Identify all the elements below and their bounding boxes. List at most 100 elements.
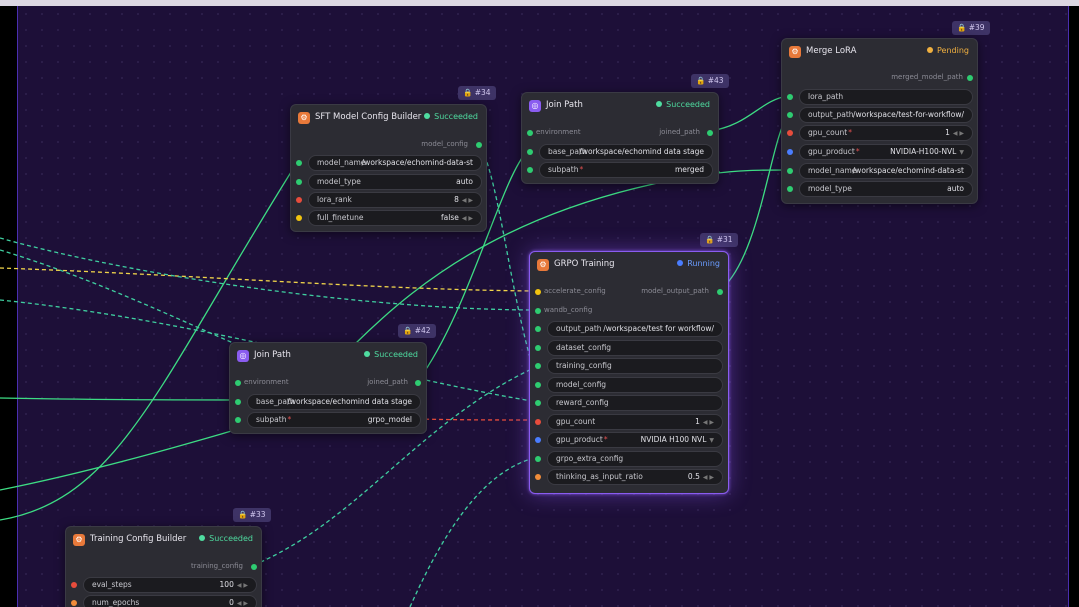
- status-badge: Running: [677, 259, 720, 268]
- stepper-arrows-icon[interactable]: ◀ ▶: [953, 130, 964, 137]
- node-join-path-42[interactable]: ◎ Join Path Succeeded environment joined…: [229, 342, 427, 434]
- field-model-type[interactable]: model_type auto: [308, 174, 482, 190]
- lock-icon: 🔒: [696, 76, 706, 85]
- field-value: /workspace/echomind-data-st: [361, 158, 473, 167]
- input-port[interactable]: [787, 112, 793, 118]
- field-base-path[interactable]: base_path/workspace/echomind data stage: [539, 144, 713, 160]
- input-port[interactable]: [527, 167, 533, 173]
- field-gpu-count[interactable]: gpu_count 1 ◀ ▶: [547, 414, 723, 430]
- field-value: 1: [945, 128, 950, 137]
- input-port[interactable]: [535, 289, 541, 295]
- input-port[interactable]: [535, 363, 541, 369]
- input-port[interactable]: [535, 308, 541, 314]
- input-port[interactable]: [235, 417, 241, 423]
- field-eval-steps[interactable]: eval_steps 100 ◀ ▶: [83, 577, 257, 593]
- stepper-arrows-icon[interactable]: ◀ ▶: [237, 600, 248, 607]
- field-gpu-count[interactable]: gpu_count* 1 ◀ ▶: [799, 125, 973, 141]
- stepper-arrows-icon[interactable]: ◀ ▶: [462, 197, 473, 204]
- field-reward-config[interactable]: reward_config: [547, 395, 723, 411]
- input-port[interactable]: [787, 94, 793, 100]
- input-port[interactable]: [787, 149, 793, 155]
- field-label: lora_path: [808, 92, 844, 101]
- node-training-config-builder[interactable]: ⚙ Training Config Builder Succeeded trai…: [65, 526, 262, 607]
- input-port[interactable]: [235, 380, 241, 386]
- gear-icon: ⚙: [73, 534, 85, 546]
- node-header[interactable]: ◎ Join Path Succeeded: [230, 343, 426, 369]
- input-port[interactable]: [535, 437, 541, 443]
- field-lora-path[interactable]: lora_path: [799, 89, 973, 105]
- input-port[interactable]: [787, 186, 793, 192]
- input-port[interactable]: [787, 130, 793, 136]
- field-num-epochs[interactable]: num_epochs 0 ◀ ▶: [83, 595, 257, 607]
- chevron-down-icon[interactable]: ▼: [709, 437, 714, 444]
- field-full-finetune[interactable]: full_finetune false ◀ ▶: [308, 210, 482, 226]
- input-port[interactable]: [535, 456, 541, 462]
- field-subpath[interactable]: subpath* grpo_model: [247, 412, 421, 428]
- output-port[interactable]: [476, 142, 482, 148]
- node-join-path-43[interactable]: ◎ Join Path Succeeded environment joined…: [521, 92, 719, 184]
- field-thinking-as-input-ratio[interactable]: thinking_as_input_ratio 0.5 ◀ ▶: [547, 469, 723, 485]
- field-model-type[interactable]: model_type auto: [799, 181, 973, 197]
- input-port-label: environment: [244, 378, 289, 386]
- edge-grpo-to-merge-lora: [709, 169, 789, 175]
- output-port[interactable]: [717, 289, 723, 295]
- node-header[interactable]: ⚙ Merge LoRA Pending: [782, 39, 977, 65]
- output-port[interactable]: [415, 380, 421, 386]
- field-value: /workspace/echomind data stage: [579, 147, 704, 156]
- field-dataset-config[interactable]: dataset_config: [547, 340, 723, 356]
- input-port[interactable]: [71, 582, 77, 588]
- input-port[interactable]: [535, 400, 541, 406]
- field-base-path[interactable]: base_path/workspace/echomind data stage: [247, 394, 421, 410]
- field-gpu-product[interactable]: gpu_product* NVIDIA H100 NVL ▼: [547, 432, 723, 448]
- node-merge-lora[interactable]: ⚙ Merge LoRA Pending merged_model_path l…: [781, 38, 978, 204]
- input-port[interactable]: [296, 215, 302, 221]
- output-port[interactable]: [967, 75, 973, 81]
- stepper-arrows-icon[interactable]: ◀ ▶: [703, 474, 714, 481]
- input-port[interactable]: [71, 600, 77, 606]
- chevron-down-icon[interactable]: ▼: [959, 149, 964, 156]
- field-training-config[interactable]: training_config: [547, 358, 723, 374]
- field-value: 8: [454, 195, 459, 204]
- status-label: Running: [687, 259, 720, 268]
- field-value: 0: [229, 598, 234, 607]
- node-grpo-training[interactable]: ⚙ GRPO Training Running accelerate_confi…: [529, 251, 729, 494]
- node-header[interactable]: ◎ Join Path Succeeded: [522, 93, 718, 119]
- input-port[interactable]: [296, 160, 302, 166]
- node-header[interactable]: ⚙ SFT Model Config Builder Succeeded: [291, 105, 486, 131]
- node-header[interactable]: ⚙ Training Config Builder Succeeded: [66, 527, 261, 553]
- field-gpu-product[interactable]: gpu_product* NVIDIA-H100-NVL ▼: [799, 144, 973, 160]
- node-header[interactable]: ⚙ GRPO Training Running: [530, 252, 728, 278]
- field-model-name[interactable]: model_name/workspace/echomind-data-st: [308, 155, 482, 171]
- output-port[interactable]: [707, 130, 713, 136]
- input-port[interactable]: [296, 179, 302, 185]
- field-grpo-extra-config[interactable]: grpo_extra_config: [547, 451, 723, 467]
- field-model-name[interactable]: model_name/workspace/echomind-data-st: [799, 163, 973, 179]
- stepper-arrows-icon[interactable]: ◀ ▶: [462, 215, 473, 222]
- input-port[interactable]: [235, 399, 241, 405]
- stepper-arrows-icon[interactable]: ◀ ▶: [237, 582, 248, 589]
- field-lora-rank[interactable]: lora_rank 8 ◀ ▶: [308, 192, 482, 208]
- stepper-arrows-icon[interactable]: ◀ ▶: [703, 419, 714, 426]
- edge-sft-model-name: [0, 160, 299, 521]
- input-port[interactable]: [535, 345, 541, 351]
- input-port[interactable]: [787, 168, 793, 174]
- input-port[interactable]: [527, 130, 533, 136]
- field-output-path[interactable]: output_path/workspace/test-for-workflow/: [799, 107, 973, 123]
- input-port[interactable]: [535, 382, 541, 388]
- output-port-label: model_output_path: [641, 287, 709, 295]
- input-port[interactable]: [296, 197, 302, 203]
- output-port-label: model_config: [421, 140, 468, 148]
- field-label: gpu_product: [556, 435, 603, 444]
- node-sft-model-config-builder[interactable]: ⚙ SFT Model Config Builder Succeeded mod…: [290, 104, 487, 232]
- field-output-path[interactable]: output_path/workspace/test for workflow/: [547, 321, 723, 337]
- field-subpath[interactable]: subpath* merged: [539, 162, 713, 178]
- input-port[interactable]: [527, 149, 533, 155]
- input-port[interactable]: [535, 474, 541, 480]
- field-model-config[interactable]: model_config: [547, 377, 723, 393]
- output-port-label: training_config: [190, 562, 243, 570]
- node-id-badge: 🔒 #43: [691, 74, 729, 88]
- input-port[interactable]: [535, 326, 541, 332]
- output-port[interactable]: [251, 564, 257, 570]
- input-port[interactable]: [535, 419, 541, 425]
- field-label: model_config: [556, 380, 607, 389]
